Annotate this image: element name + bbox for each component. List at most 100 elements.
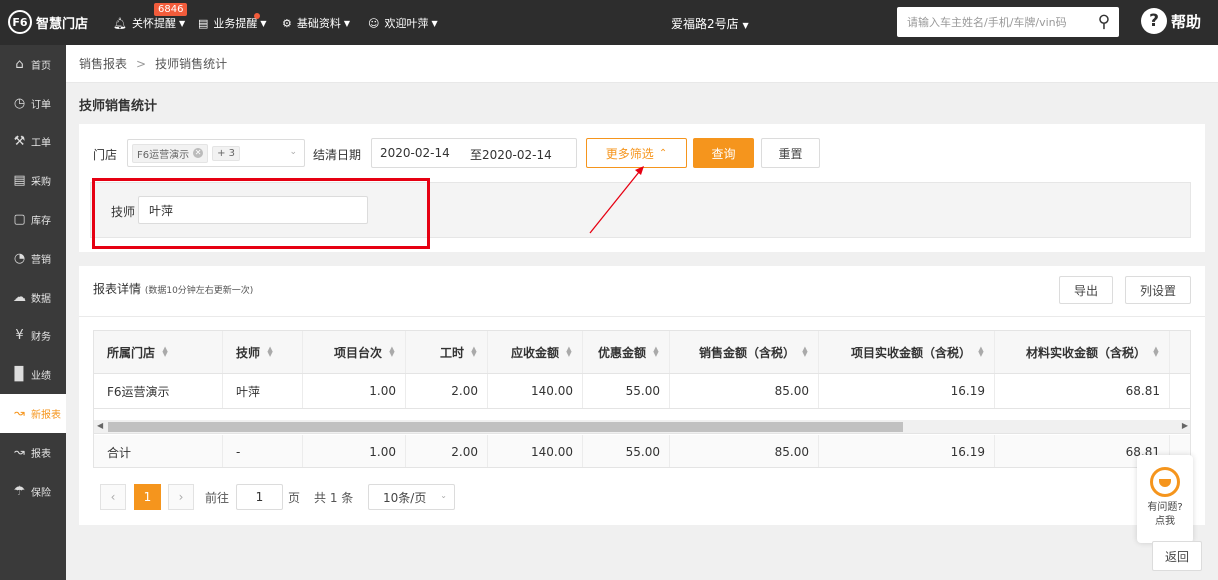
yen-icon: ¥ [15, 328, 24, 344]
store-more-tag: + 3 [212, 145, 241, 161]
chevron-down-icon: ⌄ [440, 491, 447, 500]
sidebar-item-label: 财务 [31, 332, 51, 344]
top-bar: F6 智慧门店 🔔︎ 关怀提醒 ▼ 6846 ▤ 业务提醒 ▼ ⚙ 基础资料 ▼… [0, 0, 1218, 45]
scroll-left-icon[interactable]: ◀ [97, 421, 103, 430]
sidebar-item-label: 新报表 [31, 410, 61, 422]
column-settings-button[interactable]: 列设置 [1125, 276, 1191, 304]
column-header-label: 优惠金额 [597, 345, 646, 360]
sidebar-item-inventory[interactable]: ▢ 库存 [0, 200, 66, 239]
search-input[interactable]: 请输入车主姓名/手机/车牌/vin码 [907, 14, 1089, 30]
umbrella-icon: ☂ [13, 483, 26, 499]
prev-page-button[interactable]: ‹ [100, 484, 126, 510]
nav-base-data[interactable]: ⚙ 基础资料 ▼ [282, 15, 350, 31]
report-title: 报表详情 (数据10分钟左右更新一次) [93, 280, 253, 297]
column-header[interactable]: 应收金额 ▲ ▼ [488, 331, 583, 373]
more-filters-label: 更多筛选 [605, 146, 654, 161]
cloud-icon: ☁︎ [13, 289, 26, 305]
nav-care-reminder[interactable]: 🔔︎ 关怀提醒 ▼ [113, 15, 185, 31]
sidebar-item-purchase[interactable]: ▤ 采购 [0, 161, 66, 200]
column-header[interactable]: 工时 ▲ ▼ [406, 331, 488, 373]
column-header[interactable]: 项目台次 ▲ ▼ [303, 331, 406, 373]
global-search[interactable]: 请输入车主姓名/手机/车牌/vin码 ⚲ [897, 7, 1119, 37]
sort-icon[interactable]: ▲ ▼ [565, 346, 573, 358]
scrollbar-thumb[interactable] [108, 422, 903, 432]
query-button[interactable]: 查询 [693, 138, 754, 168]
table-header-row: 所属门店 ▲ ▼ 技师 ▲ ▼ 项目台次 ▲ ▼ 工时 ▲ ▼ 应收金额 ▲ ▼ 优惠金额 ▲ ▼ 销售… [94, 331, 1190, 374]
horizontal-scrollbar[interactable]: ◀ ▶ [94, 420, 1190, 434]
headset-icon [1150, 467, 1180, 497]
sort-icon[interactable]: ▲ ▼ [977, 346, 985, 358]
sidebar-item-label: 订单 [31, 99, 51, 111]
breadcrumb-parent[interactable]: 销售报表 [79, 55, 127, 72]
store-tag: F6运营演示 ✕ [132, 143, 209, 163]
logo[interactable]: F6 智慧门店 [8, 10, 88, 34]
sidebar-item-new-reports[interactable]: ↝ 新报表 [0, 394, 66, 433]
column-header[interactable]: 销售金额（含税） ▲ ▼ [670, 331, 819, 373]
next-page-button[interactable]: › [168, 484, 194, 510]
caret-down-icon: ▼ [343, 18, 351, 28]
current-page[interactable]: 1 [134, 484, 161, 510]
goto-page-input[interactable]: 1 [236, 484, 283, 510]
divider [79, 316, 1205, 317]
table-cell: 85.00 [670, 374, 819, 408]
close-icon[interactable]: ✕ [193, 148, 204, 158]
sidebar-item-performance[interactable]: ▉ 业绩 [0, 355, 66, 394]
sidebar-item-marketing[interactable]: ◔ 营销 [0, 239, 66, 278]
sort-icon[interactable]: ▲ ▼ [801, 346, 809, 358]
support-chat-widget[interactable]: 有问题? 点我 [1137, 455, 1193, 543]
table-cell: 55.00 [583, 374, 670, 408]
back-button[interactable]: 返回 [1152, 541, 1202, 571]
page-size-select[interactable]: 10条/页 ⌄ [368, 484, 455, 510]
date-start[interactable]: 2020-02-14 [380, 146, 450, 160]
report-note: (数据10分钟左右更新一次) [144, 286, 254, 296]
nav-label: 欢迎叶萍 [384, 17, 429, 30]
caret-down-icon: ▼ [742, 21, 749, 30]
store-select[interactable]: F6运营演示 ✕ + 3 ⌄ [127, 139, 305, 167]
caret-down-icon: ▼ [178, 18, 186, 28]
table-cell: 1.00 [303, 374, 406, 408]
table-cell: 55.00 [583, 435, 670, 467]
nav-label: 关怀提醒 [131, 17, 176, 30]
table-total-row: 合计 - 1.00 2.00 140.00 55.00 85.00 16.19 … [94, 435, 1190, 467]
export-button[interactable]: 导出 [1059, 276, 1113, 304]
column-header[interactable]: 所属门店 ▲ ▼ [94, 331, 223, 373]
column-header[interactable]: 优惠金额 ▲ ▼ [583, 331, 670, 373]
sort-icon[interactable]: ▲ ▼ [1152, 346, 1160, 358]
column-header[interactable]: 项目实收金额（含税） ▲ ▼ [819, 331, 995, 373]
sidebar-item-workorders[interactable]: ⚒ 工单 [0, 123, 66, 162]
sidebar-item-insurance[interactable]: ☂ 保险 [0, 472, 66, 511]
sidebar-item-orders[interactable]: ◷ 订单 [0, 84, 66, 123]
sidebar-item-label: 营销 [31, 254, 51, 266]
date-range-picker[interactable]: 2020-02-14 至2020-02-14 [371, 138, 577, 168]
more-filters-button[interactable]: 更多筛选 ⌃ [586, 138, 687, 168]
user-icon: ☺ [368, 16, 380, 30]
reset-button[interactable]: 重置 [761, 138, 820, 168]
chat-line-1: 有问题? [1147, 502, 1183, 513]
column-header-label: 应收金额 [510, 345, 559, 360]
sort-icon[interactable]: ▲ ▼ [266, 346, 274, 358]
sort-icon[interactable]: ▲ ▼ [161, 346, 169, 358]
sort-icon[interactable]: ▲ ▼ [652, 346, 660, 358]
search-icon[interactable]: ⚲ [1089, 12, 1119, 32]
sidebar-item-finance[interactable]: ¥ 财务 [0, 317, 66, 356]
date-label: 结清日期 [313, 148, 362, 162]
shop-switcher[interactable]: 爱福路2号店 ▼ [671, 15, 749, 32]
caret-down-icon: ▼ [431, 18, 438, 28]
sort-icon[interactable]: ▲ ▼ [388, 346, 396, 358]
help-button[interactable]: ? 帮助 [1141, 8, 1201, 34]
column-header[interactable]: 技师 ▲ ▼ [223, 331, 303, 373]
goto-prefix: 前往 [205, 491, 230, 505]
column-header-label: 所属门店 [107, 345, 156, 360]
nav-user-menu[interactable]: ☺ 欢迎叶萍 ▼ [368, 15, 438, 31]
page-title: 技师销售统计 [79, 99, 158, 114]
column-header[interactable]: 材料实收金额（含税） ▲ ▼ [995, 331, 1170, 373]
home-icon: ⌂ [15, 56, 24, 72]
sidebar-item-home[interactable]: ⌂ 首页 [0, 45, 66, 84]
scroll-right-icon[interactable]: ▶ [1182, 421, 1188, 430]
table-cell: 16.19 [819, 435, 995, 467]
date-end[interactable]: 至2020-02-14 [470, 146, 552, 163]
sidebar-item-reports[interactable]: ↝ 报表 [0, 433, 66, 472]
sort-icon[interactable]: ▲ ▼ [470, 346, 478, 358]
table-cell: F6运营演示 [94, 374, 223, 408]
sidebar-item-data[interactable]: ☁︎ 数据 [0, 278, 66, 317]
